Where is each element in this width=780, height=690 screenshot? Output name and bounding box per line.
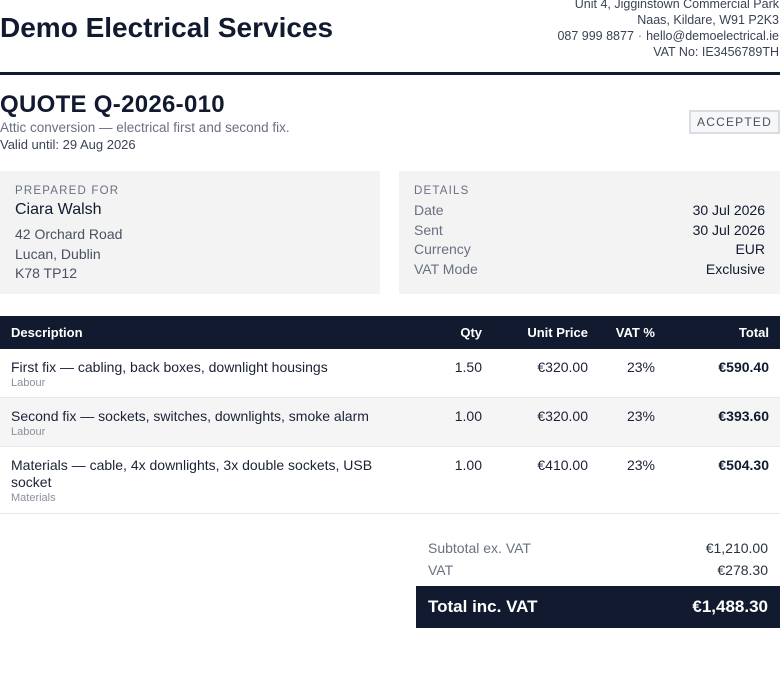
item-description-cell: Second fix — sockets, switches, downligh… [0,398,400,438]
totals-block: Subtotal ex. VAT €1,210.00 VAT €278.30 Tot… [416,537,780,628]
vat-row: VAT €278.30 [416,559,780,581]
detail-value: 30 Jul 2026 [692,221,765,238]
detail-key: Date [414,202,444,218]
subtotal-label: Subtotal ex. VAT [428,540,531,556]
table-row: Second fix — sockets, switches, downligh… [0,398,780,447]
item-qty: 1.50 [454,359,482,375]
item-description: Second fix — sockets, switches, downligh… [11,408,369,424]
vat-value: €278.30 [717,562,768,578]
company-phone: 087 999 8877 [557,29,634,43]
header-description: Description [11,325,83,340]
detail-key: Sent [414,221,443,238]
details-label: DETAILS [414,185,470,197]
company-vat-number: VAT No: IE3456789TH [653,45,779,59]
item-vat: 23% [626,457,655,473]
subtotal-value: €1,210.00 [705,540,768,556]
header-total: Total [738,325,769,340]
detail-key: VAT Mode [414,260,478,277]
client-name: Ciara Walsh [15,201,102,218]
item-qty: 1.00 [454,408,482,424]
subtotal-row: Subtotal ex. VAT €1,210.00 [416,537,780,559]
client-address-line: 42 Orchard Road [15,226,123,242]
valid-until: Valid until: 29 Aug 2026 [0,137,136,152]
detail-row-sent: Sent 30 Jul 2026 [414,221,765,241]
item-unit-price: €320.00 [537,408,588,424]
header-qty: Qty [460,325,482,340]
item-category: Labour [11,377,46,389]
item-qty: 1.00 [454,457,482,473]
quote-subtitle: Attic conversion — electrical first and … [0,120,290,135]
client-address-line: K78 TP12 [15,265,78,281]
company-contact-block: Unit 4, Jigginstown Commercial Park Naas… [557,0,779,60]
header-divider [0,72,780,75]
detail-value: Exclusive [705,260,765,277]
detail-row-date: Date 30 Jul 2026 [414,201,765,221]
table-row: Materials — cable, 4x downlights, 3x dou… [0,447,780,514]
item-total: €590.40 [718,359,769,375]
line-items-table: Description Qty Unit Price VAT % Total F… [0,316,780,514]
detail-row-currency: Currency EUR [414,240,765,260]
item-unit-price: €410.00 [537,457,588,473]
item-vat: 23% [626,359,655,375]
grand-total-value: €1,488.30 [692,597,768,616]
header-unit-price: Unit Price [527,325,588,340]
detail-value: 30 Jul 2026 [692,202,765,218]
grand-total-row: Total inc. VAT €1,488.30 [416,586,780,628]
company-phone-email-line: 087 999 8877 · hello@demoelectrical.ie [557,28,779,44]
status-badge: ACCEPTED [689,110,780,134]
prepared-for-card: PREPARED FOR Ciara Walsh 42 Orchard Road… [0,171,380,294]
table-row: First fix — cabling, back boxes, downlig… [0,349,780,398]
detail-value: EUR [735,241,765,257]
item-description: Materials — cable, 4x downlights, 3x dou… [11,457,373,490]
grand-total-label: Total inc. VAT [428,597,538,616]
table-header: Description Qty Unit Price VAT % Total [0,316,780,349]
details-card: DETAILS Date 30 Jul 2026 Sent 30 Jul 2026 … [399,171,780,294]
item-description: First fix — cabling, back boxes, downlig… [11,359,328,375]
item-category: Materials [11,492,56,504]
item-vat: 23% [626,408,655,424]
vat-label: VAT [428,562,454,578]
item-total: €504.30 [718,457,769,473]
item-total: €393.60 [718,408,769,424]
detail-key: Currency [414,241,471,257]
contact-separator: · [637,29,643,43]
item-category: Labour [11,426,46,438]
client-address-line: Lucan, Dublin [15,245,101,262]
prepared-for-label: PREPARED FOR [15,185,120,197]
item-description-cell: First fix — cabling, back boxes, downlig… [0,349,400,389]
company-address-line1: Unit 4, Jigginstown Commercial Park [574,0,779,11]
detail-row-vat-mode: VAT Mode Exclusive [414,260,765,280]
quote-title: QUOTE Q-2026-010 [0,91,225,118]
company-name: Demo Electrical Services [0,12,334,43]
header-vat: VAT % [615,325,655,340]
item-unit-price: €320.00 [537,359,588,375]
item-description-cell: Materials — cable, 4x downlights, 3x dou… [0,447,400,504]
company-email: hello@demoelectrical.ie [646,29,779,43]
company-address-line2: Naas, Kildare, W91 P2K3 [637,13,779,27]
